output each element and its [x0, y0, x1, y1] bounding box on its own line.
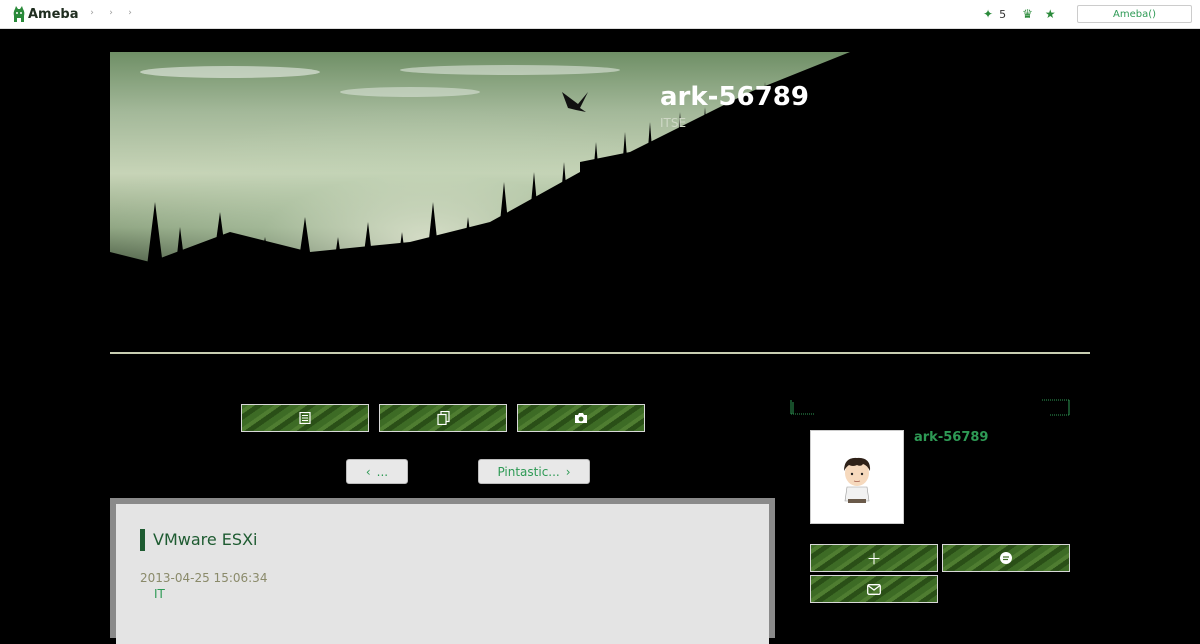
- sidebar-heading-decoration-left: [790, 400, 814, 415]
- next-entry-button[interactable]: Pintastic... ›: [478, 459, 590, 484]
- topbar-actions: ✦ 5 ♛ ★: [983, 7, 1056, 21]
- plus-icon: ＋: [866, 549, 882, 568]
- nav-article-button[interactable]: [241, 404, 369, 432]
- profile-name[interactable]: ark-56789: [914, 430, 988, 445]
- entry-category[interactable]: IT: [154, 587, 165, 601]
- next-entry-label: Pintastic...: [497, 464, 560, 479]
- entry-title[interactable]: VMware ESXi: [140, 529, 257, 551]
- prev-entry-button[interactable]: ‹ ...: [346, 459, 408, 484]
- breadcrumb-item[interactable]: ›: [88, 8, 96, 18]
- crown-icon[interactable]: ♛: [1022, 7, 1033, 21]
- top-bar: Ameba › › › ✦ 5 ♛ ★ Ameba(): [0, 0, 1200, 29]
- breadcrumb: › › ›: [88, 8, 134, 18]
- message-board-button[interactable]: [942, 544, 1070, 572]
- breadcrumb-item[interactable]: ›: [126, 8, 134, 18]
- follow-button[interactable]: ＋: [810, 544, 938, 572]
- sparkle-icon[interactable]: ✦: [983, 7, 993, 21]
- camera-icon: [575, 413, 587, 423]
- profile-avatar[interactable]: [810, 430, 904, 524]
- copy-icon: [436, 411, 450, 425]
- entry-date: 2013-04-25 15:06:34: [140, 571, 268, 585]
- ameba-logo[interactable]: Ameba: [13, 6, 79, 22]
- nav-photo-button[interactable]: [517, 404, 645, 432]
- star-icon[interactable]: ★: [1045, 7, 1056, 21]
- chevron-left-icon: ‹: [365, 464, 371, 479]
- notification-count: 5: [999, 7, 1007, 21]
- nav-list-button[interactable]: [379, 404, 507, 432]
- account-button[interactable]: Ameba(): [1077, 5, 1192, 23]
- ameba-mascot-icon: [13, 6, 25, 22]
- prev-entry-label: ...: [376, 464, 389, 479]
- chevron-right-icon: ›: [565, 464, 571, 479]
- avatar-image: [844, 457, 871, 503]
- logo-text: Ameba: [28, 6, 79, 22]
- article-icon: [299, 412, 311, 424]
- breadcrumb-item[interactable]: ›: [107, 8, 115, 18]
- mail-button[interactable]: [810, 575, 938, 603]
- blog-subtitle: ITSE: [660, 116, 687, 130]
- header-divider: [110, 352, 1090, 354]
- mail-icon: [867, 583, 881, 595]
- sidebar-heading-decoration-right: [1042, 399, 1070, 416]
- chat-icon: [1000, 552, 1012, 564]
- blog-title[interactable]: ark-56789: [660, 82, 809, 112]
